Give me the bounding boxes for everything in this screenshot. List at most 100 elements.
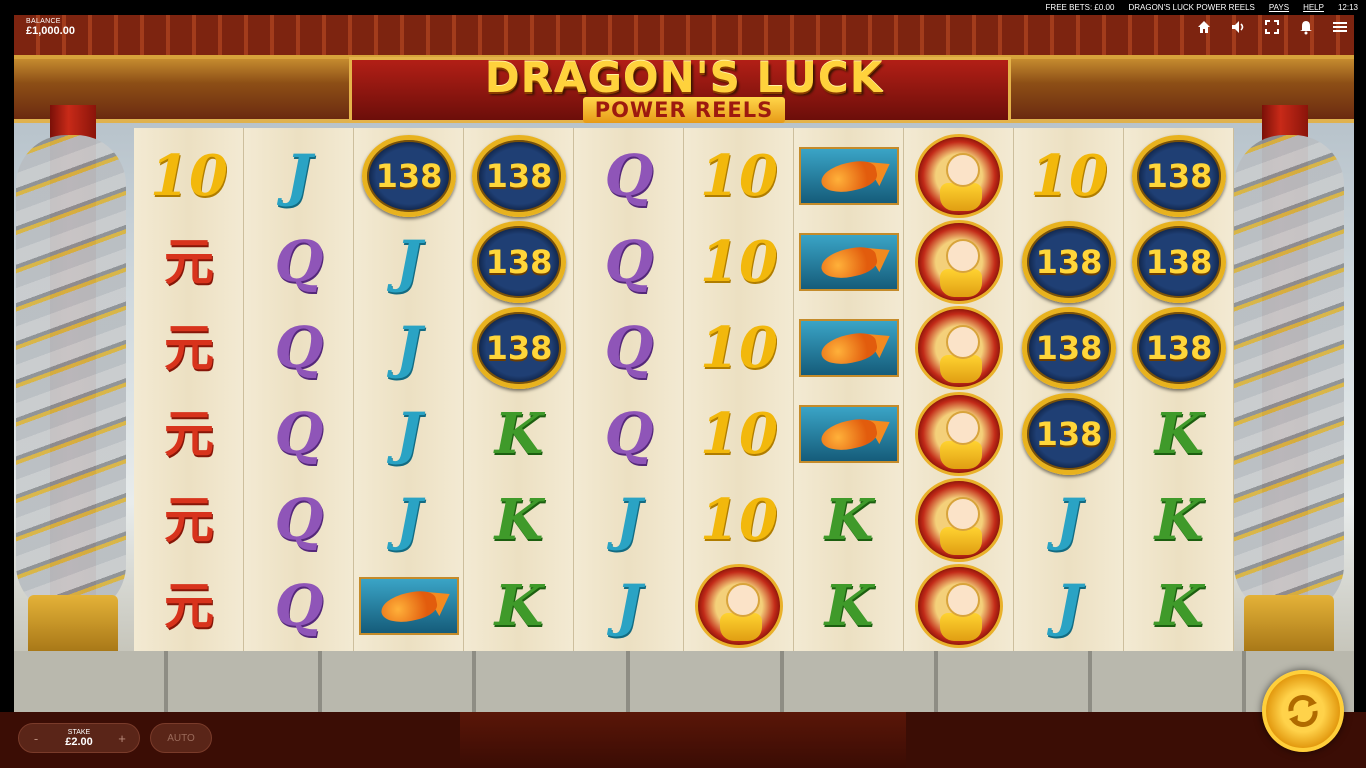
help-link[interactable]: HELP — [1303, 3, 1324, 12]
reel-symbol: 10 — [684, 391, 794, 477]
reel-symbol — [904, 477, 1014, 563]
reel-symbol: Q — [574, 219, 684, 305]
reel-symbol: K — [464, 391, 574, 477]
reel-symbol: 138 — [1014, 219, 1124, 305]
spin-button[interactable] — [1262, 670, 1344, 752]
reel-symbol: J — [354, 391, 464, 477]
reel-symbol — [794, 305, 904, 391]
balance-label: BALANCE — [26, 18, 61, 25]
coin-138-icon: 138 — [472, 307, 566, 389]
game-logo: DRAGON'S LUCK POWER REELS — [454, 55, 914, 139]
queen-symbol: Q — [604, 401, 654, 467]
jack-symbol: J — [395, 315, 423, 381]
reel-symbol — [904, 305, 1014, 391]
left-dragon-pillar — [14, 105, 126, 665]
reel-3: 138 J J J J — [354, 128, 464, 651]
reel-symbol: K — [1124, 391, 1234, 477]
ten-symbol: 10 — [700, 401, 778, 467]
reel-symbol: Q — [574, 305, 684, 391]
queen-symbol: Q — [274, 401, 324, 467]
queen-symbol: Q — [604, 143, 654, 209]
koi-fish-icon — [799, 319, 899, 377]
stake-label: STAKE — [67, 728, 91, 736]
queen-symbol: Q — [274, 229, 324, 295]
reel-9: 10 138 138 138 J J — [1014, 128, 1124, 651]
ace-symbol: 元 — [164, 576, 214, 635]
king-symbol: K — [824, 573, 874, 639]
reel-symbol: J — [1014, 477, 1124, 563]
sound-icon[interactable] — [1230, 19, 1246, 35]
stone-floor — [14, 651, 1354, 712]
reel-symbol: 138 — [1014, 391, 1124, 477]
spin-arrows-icon — [1288, 695, 1318, 727]
jack-symbol: J — [285, 143, 313, 209]
ten-symbol: 10 — [700, 229, 778, 295]
balance-value: £1,000.00 — [26, 25, 75, 37]
clock-text: 12:13 — [1337, 3, 1358, 12]
reel-symbol: J — [1014, 563, 1124, 649]
reel-symbol — [904, 563, 1014, 649]
reel-symbol: Q — [244, 477, 354, 563]
queen-symbol: Q — [604, 315, 654, 381]
reel-8 — [904, 128, 1014, 651]
warrior-icon — [915, 220, 1003, 304]
coin-138-icon: 138 — [1022, 307, 1116, 389]
coin-138-icon: 138 — [1022, 221, 1116, 303]
menu-icon[interactable] — [1332, 19, 1348, 35]
king-symbol: K — [1154, 401, 1204, 467]
reel-symbol: 138 — [1124, 305, 1234, 391]
coin-138-icon: 138 — [1132, 135, 1226, 217]
reel-symbol: J — [354, 219, 464, 305]
notification-bell-icon[interactable] — [1298, 19, 1314, 35]
jack-symbol: J — [395, 401, 423, 467]
king-symbol: K — [1154, 573, 1204, 639]
reel-symbol: 138 — [464, 133, 574, 219]
ten-symbol: 10 — [1030, 143, 1108, 209]
reel-symbol: 138 — [1124, 133, 1234, 219]
reel-symbol: Q — [244, 305, 354, 391]
ten-symbol: 10 — [150, 143, 228, 209]
reel-symbol: J — [244, 133, 354, 219]
warrior-icon — [915, 134, 1003, 218]
warrior-icon — [915, 564, 1003, 648]
queen-symbol: Q — [274, 487, 324, 553]
dragon-left-icon — [16, 135, 126, 615]
reel-symbol: 138 — [464, 219, 574, 305]
top-status-bar: FREE BETS: £0.00 DRAGON'S LUCK POWER REE… — [0, 0, 1366, 15]
warrior-icon — [915, 392, 1003, 476]
reel-symbol: 元 — [134, 563, 244, 649]
game-name-text: DRAGON'S LUCK POWER REELS — [1128, 3, 1255, 12]
koi-fish-icon — [799, 233, 899, 291]
queen-symbol: Q — [274, 573, 324, 639]
reel-symbol: 元 — [134, 219, 244, 305]
warrior-icon — [915, 478, 1003, 562]
reel-symbol: K — [794, 477, 904, 563]
reel-symbol: K — [464, 477, 574, 563]
stake-increase-button[interactable]: + — [115, 731, 129, 746]
reel-5: QQQQJJ — [574, 128, 684, 651]
coin-138-icon: 138 — [1132, 307, 1226, 389]
dragon-right-icon — [1234, 135, 1344, 615]
stake-decrease-button[interactable]: - — [29, 731, 43, 746]
ten-symbol: 10 — [700, 315, 778, 381]
reel-symbol: 10 — [684, 477, 794, 563]
king-symbol: K — [1154, 487, 1204, 553]
reel-symbol — [904, 133, 1014, 219]
warrior-icon — [695, 564, 783, 648]
warrior-icon — [915, 306, 1003, 390]
reel-symbol: K — [1124, 477, 1234, 563]
jack-symbol: J — [615, 487, 643, 553]
stake-control: - STAKE £2.00 + — [18, 723, 140, 753]
reel-1: 10 元元元元元 — [134, 128, 244, 651]
autoplay-button[interactable]: AUTO — [150, 723, 212, 753]
pays-link[interactable]: PAYS — [1269, 3, 1289, 12]
coin-138-icon: 138 — [1132, 221, 1226, 303]
game-scene: DRAGON'S LUCK POWER REELS 10 元元元元元 J Q Q Q Q Q 1… — [14, 15, 1354, 712]
logo-line1: DRAGON'S LUCK — [484, 53, 884, 102]
king-symbol: K — [494, 401, 544, 467]
reel-7: KK — [794, 128, 904, 651]
jack-symbol: J — [1055, 573, 1083, 639]
reel-grid: 10 元元元元元 J Q Q Q Q Q 138 J J J J 138 138 138 K K K Q Q Q Q J J 10… — [134, 128, 1234, 651]
fullscreen-icon[interactable] — [1264, 19, 1280, 35]
home-icon[interactable] — [1196, 19, 1212, 35]
